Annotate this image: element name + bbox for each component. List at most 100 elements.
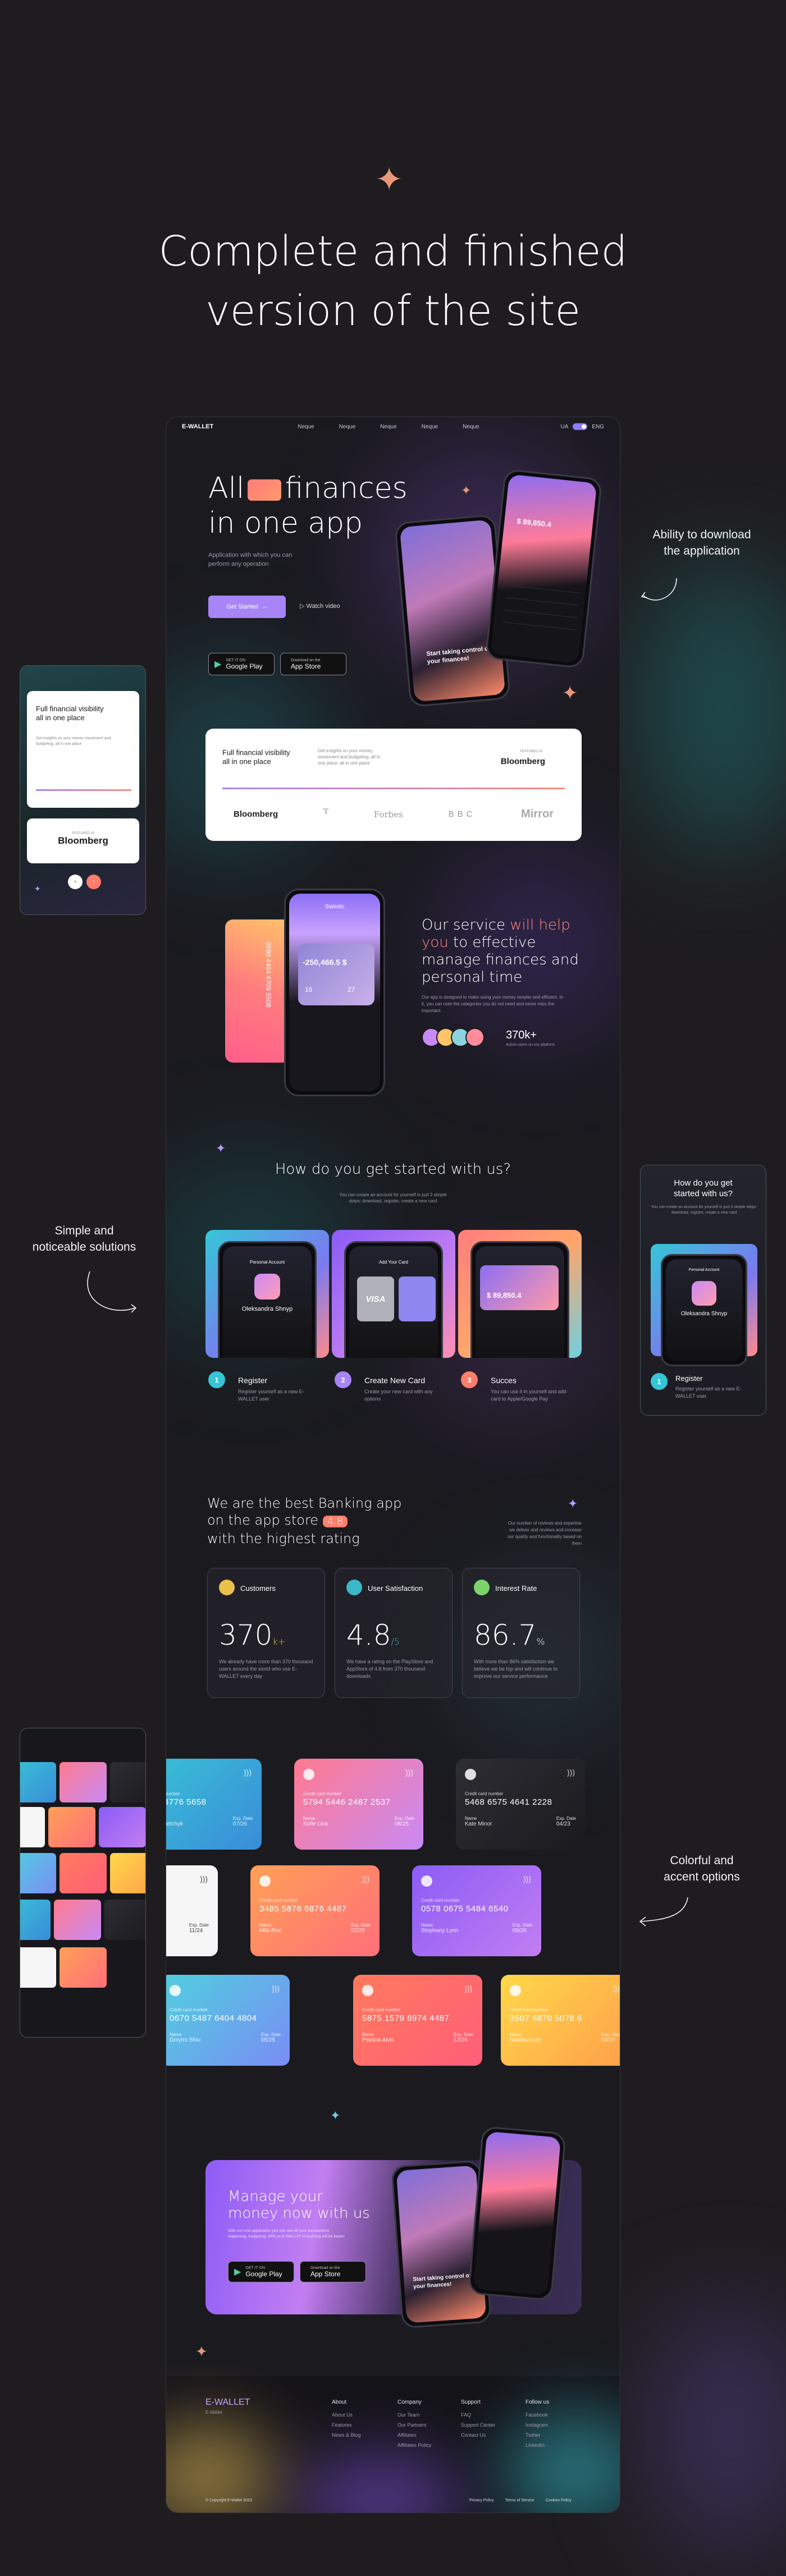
contactless-icon: ))) (523, 1874, 531, 1883)
bg-glow-purple (646, 2302, 786, 2560)
card-name-label: Name (303, 1816, 316, 1821)
nav-link[interactable]: Neque (339, 424, 355, 430)
arrow-icon (639, 1897, 688, 1927)
footer-logo[interactable]: E-WALLET (205, 2397, 250, 2408)
visa-card: VISA (357, 1276, 394, 1321)
nav-link[interactable]: Neque (463, 424, 479, 430)
footer-link[interactable]: FAQ (461, 2410, 495, 2420)
glow (503, 2410, 620, 2513)
footer-legal-link[interactable]: Cookies Policy (546, 2499, 572, 2502)
phone-balance-card (298, 944, 374, 1005)
footer-link[interactable]: About Us (332, 2410, 361, 2420)
google-play-button[interactable]: ▶ GET IT ON Google Play (208, 653, 275, 675)
footer-link[interactable]: Affiliates Policy (397, 2440, 431, 2450)
contactless-icon: ))) (567, 1768, 575, 1777)
language-switch[interactable]: UA ENG (560, 423, 604, 430)
nav-link[interactable]: Neque (298, 424, 314, 430)
footer-link[interactable]: Affiliates (397, 2430, 431, 2440)
footer-link[interactable]: Instagram (525, 2420, 549, 2430)
credit-card[interactable]: ))) Credit card number 0578 0675 5484 6540… (412, 1865, 541, 1956)
footer-link[interactable]: Facebook (525, 2410, 549, 2420)
nav-logo[interactable]: E-WALLET (182, 423, 213, 430)
footer-link[interactable]: Support Center (461, 2420, 495, 2430)
card-meta: Name Natalia Kuzy Exp. Date 03/27 (510, 2032, 620, 2043)
lang-eng[interactable]: ENG (592, 424, 604, 430)
footer-col-title: Follow us (525, 2399, 550, 2405)
credit-card[interactable]: ))) Credit card number4385 4776 5658 NameA… (166, 1759, 262, 1850)
card-meta: Name Dmytro Shiu Exp. Date 05/25 (170, 2032, 281, 2043)
hero-phone-front: $ 89,850.4 (485, 468, 603, 669)
credit-card[interactable]: ))) Credit card number 0670 5487 6404 4804… (166, 1975, 290, 2066)
phone-day: 16 (305, 986, 313, 994)
app-store-button[interactable]: Download on the App Store (300, 2261, 366, 2282)
lang-ua[interactable]: UA (560, 424, 568, 430)
satisfaction-icon (346, 1580, 362, 1595)
google-play-button[interactable]: ▶ GET IT ON Google Play (228, 2261, 294, 2282)
card-meta: Name Sofie Lina Exp. Date 08/25 (303, 1816, 414, 1827)
card-name-label: Name (421, 1923, 433, 1928)
card-meta: NameArtem Omelchyk Exp. Date07/26 (166, 1816, 253, 1827)
profile-name: Oleksandra Shnyp (241, 1306, 293, 1312)
footer-legal-link[interactable]: Terms of Service (505, 2499, 534, 2502)
stat-desc: We have a rating on the PlayStore and Ap… (346, 1659, 433, 1679)
footer-col-about: About About Us Features News & Blog (332, 2397, 361, 2440)
card-meta: Name Stephany Lynn Exp. Date 09/26 (421, 1923, 532, 1934)
lang-toggle[interactable] (573, 423, 588, 430)
step-number-2: 2 (335, 1371, 351, 1388)
card-number: 0670 5487 6404 4804 (170, 2014, 257, 2023)
card-exp-label: Exp. Date (512, 1923, 532, 1928)
avatar (692, 1281, 716, 1306)
user-avatars (422, 1028, 485, 1047)
footer-link[interactable]: Our Team (397, 2410, 431, 2420)
card-number-label: Credit card number (465, 1791, 504, 1796)
card-exp-label: Exp. Date (601, 2032, 620, 2037)
mobile-mock-visibility: Full financial visibility all in one plac… (20, 665, 146, 915)
screen (666, 1259, 742, 1361)
card-logo-icon (510, 1985, 521, 1996)
credit-card[interactable]: ))) Credit card number 3485 5876 6876 4487… (250, 1865, 380, 1956)
footer-legal-link[interactable]: Privacy Policy (469, 2499, 494, 2502)
step-screen-title: Personal Account (249, 1260, 285, 1265)
card-logo-icon (465, 1769, 476, 1780)
credit-card[interactable]: ))) Credit card number 5875 1579 6974 4487… (353, 1975, 482, 2066)
app-store-button[interactable]: Download on the App Store (280, 653, 346, 675)
card-exp-label: Exp. Date (261, 2032, 281, 2037)
mock-phone-card: Personal Account Oleksandra Shnyp (651, 1244, 757, 1366)
service-phone: Statistic -250,466.5 $ 16 27 (284, 889, 385, 1096)
credit-card[interactable]: ))) Credit card number4738 5457 NameKostia… (166, 1865, 218, 1956)
page-headline: Complete and finished version of the sit… (158, 227, 628, 335)
card-number: 0578 0675 5484 6540 (421, 1904, 509, 1914)
card-exp-label: Exp. Date (350, 1923, 371, 1928)
footer-link[interactable]: Contact Us (461, 2430, 495, 2440)
watch-video-link[interactable]: ▷ Watch video (300, 602, 340, 610)
footer-link[interactable]: LinkedIn (525, 2440, 549, 2450)
step-number-1: 1 (651, 1373, 668, 1390)
credit-card[interactable]: ))) Credit card number 3507 6870 5078 6 Nam… (501, 1975, 620, 2066)
sparkle-icon: ✦ (330, 2108, 341, 2122)
credit-card[interactable]: ))) Credit card number 5468 6575 4641 2228… (456, 1759, 585, 1850)
sparkle-icon: ✦ (34, 884, 41, 893)
mini-credit-card (20, 1807, 45, 1847)
card-number: 5468 6575 4641 2228 (465, 1797, 552, 1807)
step-desc-3: You can use it in yourself and add card … (491, 1389, 566, 1402)
footer-link[interactable]: News & Blog (332, 2430, 361, 2440)
nav-link[interactable]: Neque (422, 424, 438, 430)
balance-value: $ 89,850.4 (487, 1291, 522, 1300)
card-holder: Sofie Lina (303, 1821, 328, 1827)
get-started-button[interactable]: Get Started → (208, 596, 286, 618)
mini-credit-card (110, 1762, 145, 1802)
footer-link[interactable]: Twitter (525, 2430, 549, 2440)
step-card-3: $ 89,850.4 (458, 1230, 582, 1358)
mastercard-card (399, 1276, 436, 1321)
footer-link[interactable]: Features (332, 2420, 361, 2430)
card-name-block: Name Sofie Lina (303, 1816, 328, 1827)
pager-dot[interactable]: › (86, 875, 101, 889)
credit-card[interactable]: ))) Credit card number 5794 5446 2487 2537… (294, 1759, 423, 1850)
footer-link[interactable]: Our Partners (397, 2420, 431, 2430)
pager-dot-active[interactable]: ‹ (68, 875, 83, 889)
stat-card-satisfaction: User Satisfaction 4.8/5 We have a rating… (335, 1568, 453, 1698)
nav-link[interactable]: Neque (380, 424, 396, 430)
card-meta: NameKostiaExp. Date11/24 (166, 1923, 209, 1934)
sparkle-icon: ✦ (562, 683, 578, 704)
footer-col-title: Company (397, 2399, 422, 2405)
